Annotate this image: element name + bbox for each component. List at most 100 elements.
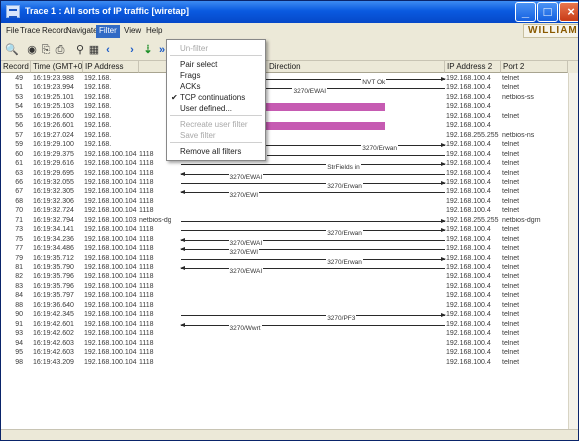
table-row[interactable]: 88 16:19:36.640 192.168.100.104 1118 192.168… bbox=[1, 302, 578, 310]
column-header-record[interactable]: Record bbox=[1, 61, 31, 73]
port-cell: 1118 bbox=[139, 254, 154, 262]
port-2-cell: telnet bbox=[502, 112, 520, 120]
column-header-time[interactable]: Time (GMT+00) bbox=[31, 61, 83, 73]
table-row[interactable]: 67 16:19:32.305 192.168.100.104 1118 192.168… bbox=[1, 188, 578, 201]
time-cell: 16:19:26.601 bbox=[33, 122, 74, 130]
port-2-cell: telnet bbox=[502, 254, 520, 262]
table-row[interactable]: 51 16:19:23.994 192.168. 192.168.100.4 telne… bbox=[1, 84, 578, 97]
direction-arrow-left: 3270/Wwrt bbox=[180, 322, 445, 333]
record-cell: 49 bbox=[15, 75, 23, 82]
ip-address-2-cell: 192.168.100.4 bbox=[446, 311, 491, 319]
port-2-cell: netbios-dgm bbox=[502, 216, 541, 224]
nav-right-icon[interactable]: › bbox=[125, 43, 139, 57]
filter-icon[interactable]: ⚲ bbox=[73, 43, 87, 57]
close-button[interactable]: × bbox=[559, 2, 578, 22]
ip-address-cell: 192.168.100.104 bbox=[84, 311, 137, 319]
vertical-scrollbar[interactable] bbox=[568, 73, 578, 429]
ip-address-cell: 192.168.100.104 bbox=[84, 169, 137, 177]
table-row[interactable]: 53 16:19:25.101 192.168. 192.168.100.4 netbi… bbox=[1, 94, 578, 102]
port-2-cell: telnet bbox=[502, 245, 520, 253]
highlight-bar bbox=[259, 103, 385, 112]
menu-filter[interactable]: Filter bbox=[96, 25, 120, 38]
column-header-ip-address-2[interactable]: IP Address 2 bbox=[445, 61, 501, 73]
table-row[interactable]: 59 16:19:29.100 192.168. 192.168.100.4 telne… bbox=[1, 141, 578, 154]
grid-icon[interactable]: ▦ bbox=[87, 43, 101, 57]
table-row[interactable]: 68 16:19:32.306 192.168.100.104 1118 192.168… bbox=[1, 197, 578, 206]
time-cell: 16:19:23.994 bbox=[33, 84, 74, 92]
ip-address-2-cell: 192.168.100.4 bbox=[446, 178, 491, 186]
table-row[interactable]: 81 16:19:35.790 192.168.100.104 1118 192.168… bbox=[1, 264, 578, 276]
table-row[interactable]: 57 16:19:27.024 192.168. 192.168.255.255 net… bbox=[1, 131, 578, 140]
ip-address-2-cell: 192.168.255.255 bbox=[446, 131, 499, 139]
ip-address-cell: 192.168.100.104 bbox=[84, 188, 137, 196]
find-next-icon[interactable]: ⎙ bbox=[53, 43, 67, 57]
find-previous-icon[interactable]: ⎘ bbox=[39, 43, 53, 57]
table-row[interactable]: 54 16:19:25.103 192.168. 192.168.100.4 bbox=[1, 103, 578, 112]
table-row[interactable]: 82 16:19:35.796 192.168.100.104 1118 192.168… bbox=[1, 273, 578, 281]
port-cell: 1118 bbox=[139, 207, 154, 215]
table-row[interactable]: 61 16:19:29.616 192.168.100.104 1118 192.168… bbox=[1, 160, 578, 173]
table-row[interactable]: 66 16:19:32.055 192.168.100.104 1118 192.168… bbox=[1, 178, 578, 191]
table-row[interactable]: 95 16:19:42.603 192.168.100.104 1118 192.168… bbox=[1, 349, 578, 357]
table-row[interactable]: 60 16:19:29.375 192.168.100.104 1118 192.168… bbox=[1, 150, 578, 163]
table-row[interactable]: 98 16:19:43.209 192.168.100.104 1118 192.168… bbox=[1, 358, 578, 367]
table-row[interactable]: 56 16:19:26.601 192.168. 192.168.100.4 bbox=[1, 122, 578, 131]
search-icon[interactable]: 🔍 bbox=[5, 43, 19, 57]
ip-address-2-cell: 192.168.100.4 bbox=[446, 292, 491, 300]
ip-address-cell: 192.168.100.103 bbox=[84, 216, 137, 224]
ip-address-cell: 192.168.100.104 bbox=[84, 292, 137, 300]
ip-address-2-cell: 192.168.100.4 bbox=[446, 150, 491, 158]
table-row[interactable]: 7116:19:32.794192.168.100.103netbios-dgm… bbox=[1, 216, 578, 225]
record-cell: 66 bbox=[15, 178, 23, 186]
table-row[interactable]: 73 16:19:34.141 192.168.100.104 1118 192.168… bbox=[1, 226, 578, 239]
port-cell: 1118 bbox=[139, 169, 154, 177]
table-row[interactable]: 91 16:19:42.601 192.168.100.104 1118 192.168… bbox=[1, 320, 578, 333]
record-cell: 68 bbox=[15, 197, 23, 205]
port-2-cell: telnet bbox=[502, 150, 520, 158]
table-row[interactable]: 75 16:19:34.236 192.168.100.104 1118 192.168… bbox=[1, 235, 578, 248]
ip-address-cell: 192.168. bbox=[84, 131, 112, 139]
menu-view[interactable]: View bbox=[121, 25, 144, 38]
time-cell: 16:19:35.712 bbox=[33, 254, 74, 262]
time-cell: 16:19:27.024 bbox=[33, 131, 74, 139]
table-row[interactable]: 90 16:19:42.345 192.168.100.104 1118 192.168… bbox=[1, 311, 578, 324]
column-header-ip-address[interactable]: IP Address bbox=[83, 61, 139, 73]
ip-address-2-cell: 192.168.255.255 bbox=[446, 216, 499, 224]
menu-help[interactable]: Help bbox=[143, 25, 165, 38]
table-row[interactable]: 55 16:19:26.600 192.168. 192.168.100.4 telne… bbox=[1, 112, 578, 121]
column-header-port-2[interactable]: Port 2 bbox=[501, 61, 568, 73]
table-row[interactable]: 63 16:19:29.695 192.168.100.104 1118 192.168… bbox=[1, 169, 578, 182]
table-row[interactable]: 70 16:19:32.724 192.168.100.104 1118 192.168… bbox=[1, 207, 578, 215]
table-row[interactable]: 93 16:19:42.602 192.168.100.104 1118 192.168… bbox=[1, 330, 578, 338]
nav-down-icon[interactable]: ⇣ bbox=[141, 43, 155, 57]
time-cell: 16:19:32.305 bbox=[33, 188, 74, 196]
port-2-cell: telnet bbox=[502, 235, 520, 243]
menu-navigate[interactable]: Navigate bbox=[63, 25, 101, 38]
filter-menu-item-user-defined[interactable]: User defined... bbox=[168, 102, 264, 116]
port-cell: 1118 bbox=[139, 320, 154, 328]
table-row[interactable]: 83 16:19:35.796 192.168.100.104 1118 192.168… bbox=[1, 283, 578, 291]
menu-separator bbox=[170, 115, 262, 116]
filter-menu-item-un-filter: Un-filter bbox=[168, 42, 264, 56]
ip-address-2-cell: 192.168.100.4 bbox=[446, 358, 491, 366]
direction-arrow-right: 3270/Erwan bbox=[259, 143, 446, 154]
minimize-button[interactable]: _ bbox=[515, 2, 536, 22]
filter-menu-item-remove-all-filters[interactable]: Remove all filters bbox=[168, 145, 264, 159]
port-2-cell: telnet bbox=[502, 84, 520, 92]
filter-menu-label: Pair select bbox=[180, 60, 218, 69]
binoculars-icon[interactable]: ◉ bbox=[25, 43, 39, 57]
table-row[interactable]: 49 16:19:23.988 192.168. 192.168.100.4 telne… bbox=[1, 75, 578, 87]
record-cell: 75 bbox=[15, 235, 23, 243]
nav-left-icon[interactable]: ‹ bbox=[101, 43, 115, 57]
table-row[interactable]: 94 16:19:42.603 192.168.100.104 1118 192.168… bbox=[1, 340, 578, 348]
table-row[interactable]: 77 16:19:34.486 192.168.100.104 1118 192.168… bbox=[1, 245, 578, 258]
table-row[interactable]: 84 16:19:35.797 192.168.100.104 1118 192.168… bbox=[1, 292, 578, 300]
ip-address-2-cell: 192.168.100.4 bbox=[446, 235, 491, 243]
table-row[interactable]: 79 16:19:35.712 192.168.100.104 1118 192.168… bbox=[1, 254, 578, 267]
time-cell: 16:19:35.790 bbox=[33, 264, 74, 271]
filter-menu-label: Recreate user filter bbox=[180, 120, 248, 129]
port-cell: 1118 bbox=[139, 358, 154, 366]
title-bar[interactable]: Trace 1 : All sorts of IP traffic [wiret… bbox=[1, 1, 578, 23]
time-cell: 16:19:42.345 bbox=[33, 311, 74, 319]
maximize-button[interactable]: □ bbox=[537, 2, 558, 22]
